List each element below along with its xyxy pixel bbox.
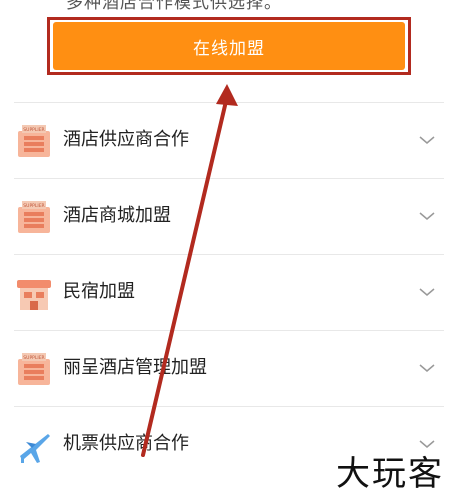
menu-item-hotel-supplier[interactable]: SUPPLIER 酒店供应商合作 (14, 102, 444, 178)
supplier-badge-text: SUPPLIER (23, 203, 44, 209)
menu-item-label: 民宿加盟 (63, 281, 135, 302)
menu-item-label: 酒店供应商合作 (63, 129, 189, 150)
supplier-icon: SUPPLIER (18, 201, 50, 233)
menu-item-lichen-hotel[interactable]: SUPPLIER 丽呈酒店管理加盟 (14, 330, 444, 406)
menu-item-hotel-mall[interactable]: SUPPLIER 酒店商城加盟 (14, 178, 444, 254)
chevron-down-icon[interactable] (418, 131, 436, 149)
menu-item-label: 丽呈酒店管理加盟 (63, 357, 207, 378)
intro-text: 多种酒店合作模式供选择。 (66, 0, 282, 13)
menu-item-label: 机票供应商合作 (63, 433, 189, 454)
airplane-icon (20, 434, 50, 463)
supplier-badge-text: SUPPLIER (23, 355, 44, 361)
supplier-icon: SUPPLIER (18, 125, 50, 157)
menu-item-homestay[interactable]: 民宿加盟 (14, 254, 444, 330)
chevron-down-icon[interactable] (418, 283, 436, 301)
homestay-icon (17, 280, 51, 310)
watermark-text: 大玩客 (336, 454, 444, 494)
supplier-badge-text: SUPPLIER (23, 127, 44, 133)
chevron-down-icon[interactable] (418, 207, 436, 225)
supplier-icon: SUPPLIER (18, 353, 50, 385)
menu-item-label: 酒店商城加盟 (63, 205, 171, 226)
online-join-label: 在线加盟 (193, 38, 265, 59)
chevron-down-icon[interactable] (418, 359, 436, 377)
online-join-button[interactable]: 在线加盟 (53, 22, 405, 70)
